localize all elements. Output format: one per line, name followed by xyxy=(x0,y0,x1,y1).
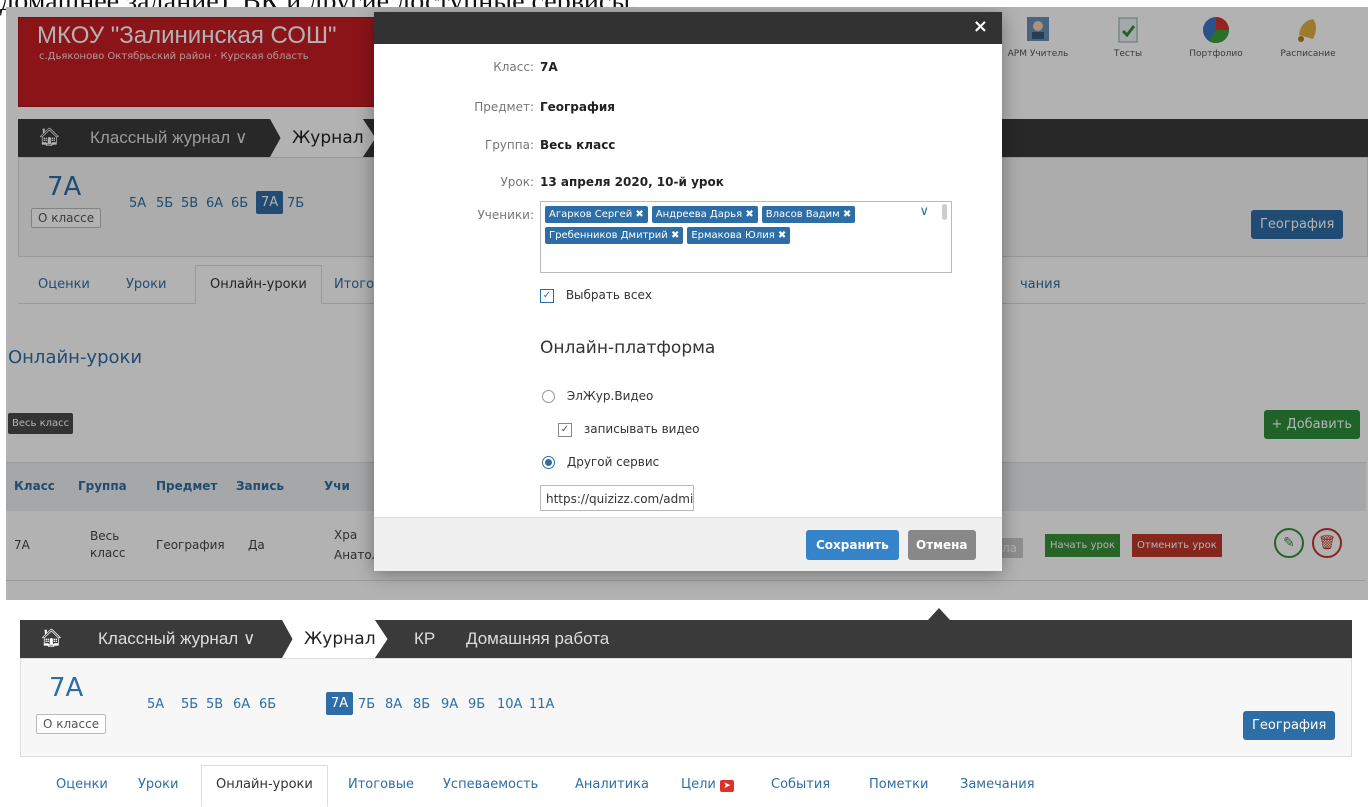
student-name: Андреева Дарья xyxy=(655,209,743,220)
class-link[interactable]: 5А xyxy=(147,697,164,712)
tab-grades[interactable]: Оценки xyxy=(56,777,108,792)
tab-lessons[interactable]: Уроки xyxy=(138,777,178,792)
other-service-label: Другой сервис xyxy=(566,455,660,469)
class-link[interactable]: 9А xyxy=(441,697,458,712)
student-tag[interactable]: Гребенников Дмитрий ✖ xyxy=(545,227,684,244)
class-link[interactable]: 7Б xyxy=(358,697,375,712)
record-video-label: записывать видео xyxy=(583,422,700,436)
remove-tag-icon[interactable]: ✖ xyxy=(635,209,643,220)
class-link[interactable]: 9Б xyxy=(468,697,485,712)
dialog-footer: Сохранить Отмена xyxy=(374,517,1002,571)
save-button[interactable]: Сохранить xyxy=(806,530,899,560)
tab-online-lessons[interactable]: Онлайн-уроки xyxy=(201,765,328,807)
subject-button[interactable]: География xyxy=(1243,711,1336,740)
select-all-label: Выбрать всех xyxy=(565,288,652,302)
student-name: Гребенников Дмитрий xyxy=(549,230,668,241)
group-label: Группа: xyxy=(484,138,534,152)
subject-value: География xyxy=(540,100,616,114)
tab-goals[interactable]: Цели ➤ xyxy=(681,777,734,792)
lesson-value: 13 апреля 2020, 10-й урок xyxy=(540,175,724,189)
record-video-checkbox[interactable]: ✓ xyxy=(558,422,572,437)
students-label: Ученики: xyxy=(477,208,534,222)
class-link-selected[interactable]: 7А xyxy=(326,692,354,715)
home-icon[interactable]: 🏠︎ xyxy=(40,628,63,649)
tab-analytics[interactable]: Аналитика xyxy=(575,777,649,792)
main-navbar: 🏠︎ Классный журнал ∨ Журнал КР Домашняя … xyxy=(20,620,1352,658)
lesson-label: Урок: xyxy=(500,175,534,189)
option-record-video[interactable]: ✓ записывать видео xyxy=(558,422,699,437)
student-tag[interactable]: Власов Вадим ✖ xyxy=(761,206,856,223)
tab-events[interactable]: События xyxy=(771,777,830,792)
student-tag[interactable]: Ермакова Юлия ✖ xyxy=(687,227,791,244)
nav-homework[interactable]: Домашняя работа xyxy=(466,629,609,649)
cancel-button[interactable]: Отмена xyxy=(908,530,976,560)
option-eljur[interactable]: ЭлЖур.Видео xyxy=(542,389,653,403)
tooltip-pointer xyxy=(928,608,950,620)
nav-journal-label: Классный журнал xyxy=(98,629,239,648)
arrow-badge-icon: ➤ xyxy=(720,780,734,792)
journal-screenshot: МКОУ "Залининская СОШ" с.Дьяконово Октяб… xyxy=(6,7,1368,600)
remove-tag-icon[interactable]: ✖ xyxy=(671,230,679,241)
online-lesson-dialog: × Класс: 7А Предмет: География Группа: В… xyxy=(374,12,1002,571)
chevron-down-icon[interactable]: ∨ xyxy=(919,204,929,219)
student-name: Агарков Сергей xyxy=(549,209,633,220)
chevron-down-icon: ∨ xyxy=(242,629,256,648)
journal-navigation-screenshot: 🏠︎ Классный журнал ∨ Журнал КР Домашняя … xyxy=(20,608,1362,807)
class-value: 7А xyxy=(540,60,558,74)
class-link[interactable]: 5В xyxy=(206,697,223,712)
select-all-checkbox[interactable]: ✓ xyxy=(540,288,554,303)
class-label: Класс: xyxy=(493,60,534,74)
subject-label: Предмет: xyxy=(474,100,534,114)
option-other-service[interactable]: Другой сервис xyxy=(542,455,659,469)
tab-notes[interactable]: Пометки xyxy=(869,777,928,792)
student-tag[interactable]: Агарков Сергей ✖ xyxy=(545,206,648,223)
remove-tag-icon[interactable]: ✖ xyxy=(843,209,851,220)
nav-journal-active[interactable]: Журнал xyxy=(282,620,388,658)
select-all-row[interactable]: ✓ Выбрать всех xyxy=(540,288,652,303)
tab-goals-label: Цели xyxy=(681,777,716,792)
close-icon[interactable]: × xyxy=(973,16,988,37)
group-value: Весь класс xyxy=(540,138,616,152)
student-tag[interactable]: Андреева Дарья ✖ xyxy=(651,206,758,223)
current-class: 7А xyxy=(49,673,84,703)
tab-remarks[interactable]: Замечания xyxy=(960,777,1035,792)
students-multiselect[interactable]: Агарков Сергей ✖ Андреева Дарья ✖ Власов В… xyxy=(540,201,952,273)
class-link[interactable]: 8А xyxy=(385,697,402,712)
eljur-label: ЭлЖур.Видео xyxy=(566,389,654,403)
nav-journal-menu[interactable]: Классный журнал ∨ xyxy=(98,629,255,649)
class-link[interactable]: 6Б xyxy=(259,697,276,712)
class-selector-bar: 7А О классе 5А 5Б 5В 6А 6Б 7А 7Б 8А 8Б 9… xyxy=(20,658,1352,757)
platform-title: Онлайн-платформа xyxy=(540,338,716,358)
eljur-radio[interactable] xyxy=(542,390,555,403)
journal-tabs: Оценки Уроки Онлайн-уроки Итоговые Успев… xyxy=(20,755,1352,807)
service-url-input[interactable]: https://quizizz.com/admin xyxy=(540,485,694,511)
other-service-radio[interactable] xyxy=(542,456,555,469)
tab-performance[interactable]: Успеваемость xyxy=(443,777,538,792)
nav-kr[interactable]: КР xyxy=(414,629,435,649)
scrollbar[interactable] xyxy=(942,204,947,220)
class-link[interactable]: 10А xyxy=(497,697,522,712)
about-class-button[interactable]: О классе xyxy=(36,714,107,734)
remove-tag-icon[interactable]: ✖ xyxy=(778,230,786,241)
student-name: Власов Вадим xyxy=(765,209,840,220)
tab-final[interactable]: Итоговые xyxy=(348,777,414,792)
class-link[interactable]: 8Б xyxy=(413,697,430,712)
student-name: Ермакова Юлия xyxy=(691,230,775,241)
class-link[interactable]: 5Б xyxy=(181,697,198,712)
class-link[interactable]: 6А xyxy=(233,697,250,712)
dialog-header: × xyxy=(374,12,1002,44)
class-link[interactable]: 11А xyxy=(529,697,554,712)
remove-tag-icon[interactable]: ✖ xyxy=(745,209,753,220)
